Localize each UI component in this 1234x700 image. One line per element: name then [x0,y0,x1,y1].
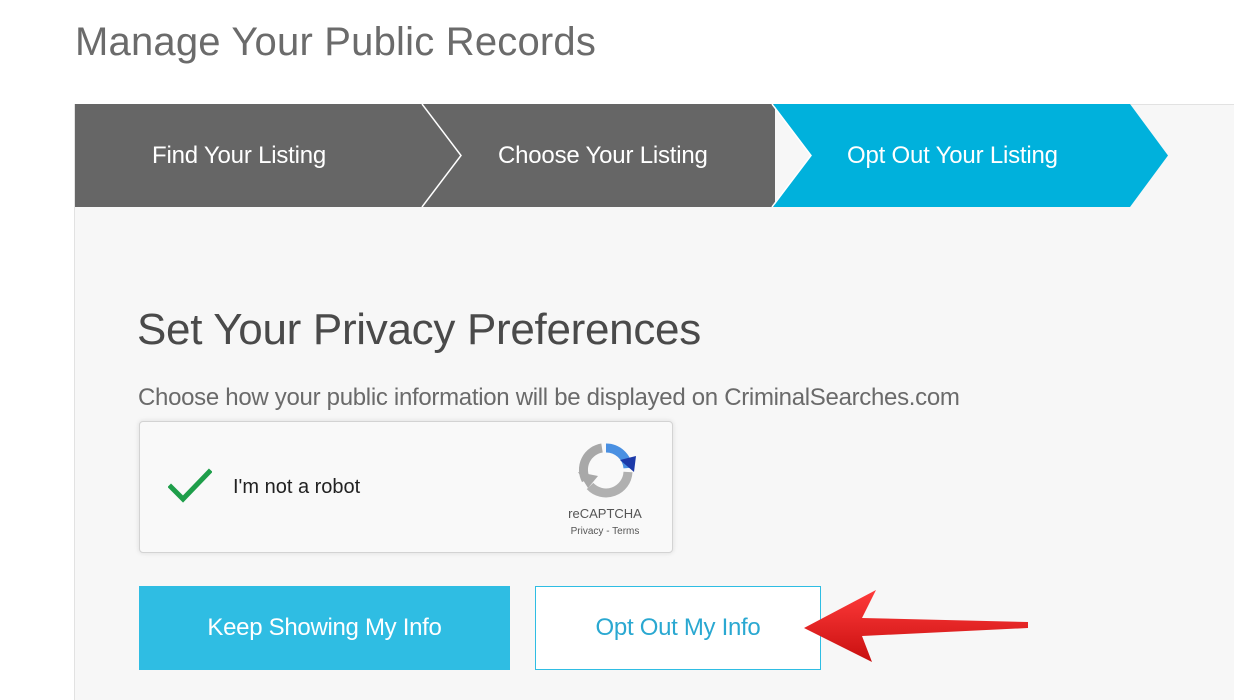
section-subtitle: Choose how your public information will … [138,384,960,411]
page: Manage Your Public Records Find Your Lis… [0,0,1234,700]
links-separator: - [603,526,613,537]
keep-showing-info-button[interactable]: Keep Showing My Info [139,586,510,670]
red-arrow-icon [800,588,1030,669]
progress-stepper: Find Your Listing Choose Your Listing Op… [75,104,1175,207]
opt-out-info-button[interactable]: Opt Out My Info [535,586,821,670]
step-opt-out-listing: Opt Out Your Listing [847,142,1058,169]
checkmark-icon[interactable] [167,468,213,509]
page-title: Manage Your Public Records [75,20,597,64]
step-find-listing[interactable]: Find Your Listing [152,104,326,207]
recaptcha-label: I'm not a robot [233,476,361,498]
privacy-link[interactable]: Privacy [571,526,604,537]
checkmark-icon-svg [167,468,213,503]
section-title: Set Your Privacy Preferences [137,305,701,354]
terms-link[interactable]: Terms [612,526,639,537]
recaptcha-brand: reCAPTCHA [568,506,642,521]
recaptcha-logo-icon [576,442,636,503]
step-choose-listing[interactable]: Choose Your Listing [498,104,708,207]
recaptcha-widget: I'm not a robot reCAPTCHA Privacy - Term… [139,421,673,553]
recaptcha-links: Privacy - Terms [550,526,660,537]
